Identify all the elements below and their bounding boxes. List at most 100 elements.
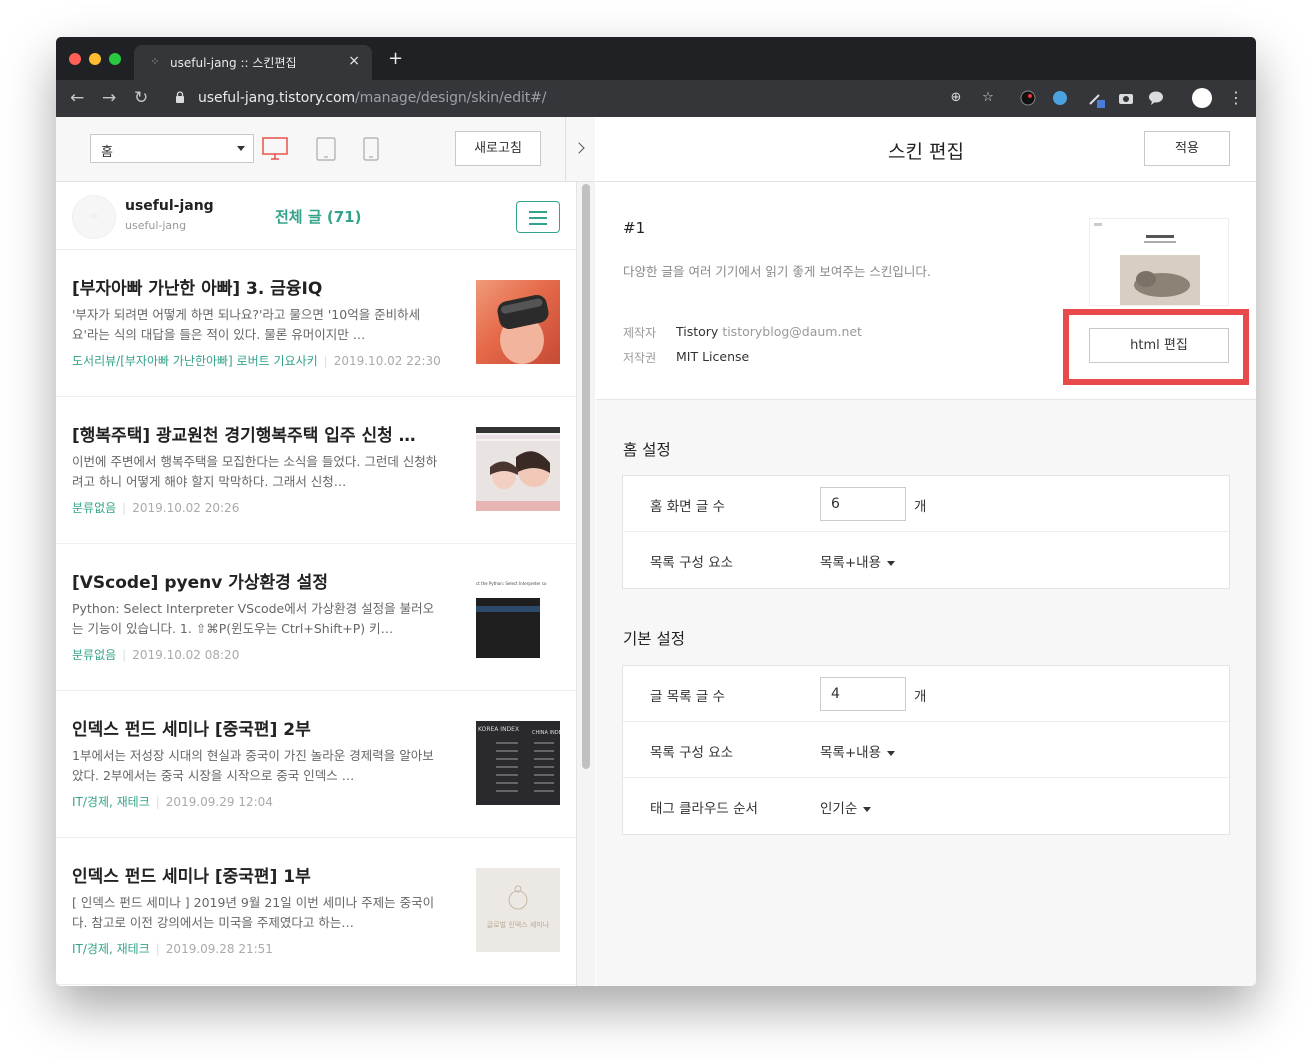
tag-cloud-order-dropdown[interactable]: 인기순 xyxy=(820,797,872,817)
list-post-count-label: 글 목록 글 수 xyxy=(650,689,725,705)
scrollbar-thumb[interactable] xyxy=(582,184,590,769)
all-posts-link[interactable]: 전체 글 (71) xyxy=(275,206,361,227)
mobile-view-icon[interactable] xyxy=(363,137,379,161)
extension-pen-icon[interactable] xyxy=(1088,90,1105,108)
desktop-view-icon[interactable] xyxy=(262,137,288,161)
browser-tab[interactable]: ⁘ useful-jang :: 스킨편집 × xyxy=(134,45,372,80)
tab-close-icon[interactable]: × xyxy=(348,53,360,69)
basic-list-items-row: 목록 구성 요소 목록+내용 xyxy=(623,722,1229,778)
post-category[interactable]: 분류없음 xyxy=(72,501,116,515)
tistory-favicon-icon: ⁘ xyxy=(150,55,160,68)
browser-toolbar: ← → ↻ useful-jang.tistory.com/manage/des… xyxy=(56,80,1256,117)
thumb-editor xyxy=(476,598,540,658)
new-tab-button[interactable]: + xyxy=(388,50,403,68)
reload-icon[interactable]: ↻ xyxy=(134,88,148,108)
post-category[interactable]: 도서리뷰/[부자아빠 가난한아빠] 로버트 기요사키 xyxy=(72,354,318,368)
chat-bubble-icon[interactable] xyxy=(1148,90,1164,106)
post-summary: '부자가 되려면 어떻게 하면 되나요?'라고 물으면 '10억을 준비하세요'… xyxy=(72,307,421,342)
post-title[interactable]: 인덱스 펀드 세미나 [중국편] 2부 xyxy=(72,715,457,740)
maximize-window-button[interactable] xyxy=(109,53,121,65)
preview-toolbar: 홈 새로고침 xyxy=(56,117,595,182)
thumb-emblem xyxy=(508,885,528,910)
post-meta: 분류없음 | 2019.10.02 20:26 xyxy=(72,501,240,515)
post-thumbnail-vr[interactable] xyxy=(476,280,560,364)
address-bar[interactable]: useful-jang.tistory.com/manage/design/sk… xyxy=(168,84,1038,113)
post-date: 2019.10.02 08:20 xyxy=(132,648,240,662)
extension-code-icon[interactable] xyxy=(1052,90,1068,106)
skin-number: #1 xyxy=(623,219,646,237)
refresh-button[interactable]: 새로고침 xyxy=(455,131,541,166)
post-thumbnail-seminar[interactable]: 글로벌 인덱스 세미나 xyxy=(476,868,560,952)
post-category[interactable]: 분류없음 xyxy=(72,648,116,662)
close-window-button[interactable] xyxy=(69,53,81,65)
post-thumbnail-housing[interactable] xyxy=(476,427,560,511)
blog-id: useful-jang xyxy=(125,219,187,232)
more-menu-icon[interactable]: ⋮ xyxy=(1228,88,1244,108)
home-post-count-unit: 개 xyxy=(914,499,927,515)
apply-button[interactable]: 적용 xyxy=(1144,131,1230,166)
home-list-items-dropdown[interactable]: 목록+내용 xyxy=(820,551,895,571)
post-summary: Python: Select Interpreter VScode에서 가상환경… xyxy=(72,601,435,636)
home-post-count-row: 홈 화면 글 수 개 xyxy=(623,476,1229,532)
home-list-items-row: 목록 구성 요소 목록+내용 xyxy=(623,532,1229,588)
post-date: 2019.10.02 22:30 xyxy=(333,354,441,368)
url-text: useful-jang.tistory.com/manage/design/sk… xyxy=(198,90,547,106)
list-post-count-row: 글 목록 글 수 개 xyxy=(623,666,1229,722)
extension-ninja-icon[interactable] xyxy=(1020,90,1036,106)
post-category[interactable]: IT/경제, 재테크 xyxy=(72,942,150,956)
hamburger-line xyxy=(529,223,547,225)
basic-settings-title: 기본 설정 xyxy=(623,630,685,648)
basic-list-items-dropdown[interactable]: 목록+내용 xyxy=(820,741,895,761)
camera-icon[interactable] xyxy=(1118,90,1134,106)
bookmark-star-icon[interactable]: ☆ xyxy=(980,90,996,106)
post-title[interactable]: 인덱스 펀드 세미나 [중국편] 1부 xyxy=(72,862,457,887)
html-edit-button[interactable]: html 편집 xyxy=(1089,328,1229,363)
zoom-icon[interactable]: ⊕ xyxy=(948,90,964,106)
skin-edit-panel: 스킨 편집 적용 #1 다양한 글을 여러 기기에서 읽기 좋게 보여주는 스킨… xyxy=(596,117,1256,986)
thumb-seminar-text: 글로벌 인덱스 세미나 xyxy=(486,921,550,929)
forward-icon[interactable]: → xyxy=(102,88,116,108)
caret-down-icon xyxy=(863,806,872,812)
blog-name[interactable]: useful-jang xyxy=(125,198,214,214)
post-item[interactable]: 인덱스 펀드 세미나 [중국편] 1부 [ 인덱스 펀드 세미나 ] 2019년… xyxy=(56,838,576,985)
post-list: [부자아빠 가난한 아빠] 3. 금융IQ '부자가 되려면 어떻게 하면 되나… xyxy=(56,250,576,986)
basic-settings-card: 글 목록 글 수 개 목록 구성 요소 목록+내용 태그 클라우드 순서 인기순 xyxy=(622,665,1230,835)
list-post-count-unit: 개 xyxy=(914,689,927,705)
lock-icon xyxy=(176,91,184,103)
basic-list-items-label: 목록 구성 요소 xyxy=(650,745,734,761)
minimize-window-button[interactable] xyxy=(89,53,101,65)
scrollbar[interactable] xyxy=(576,182,595,986)
hamburger-menu-button[interactable] xyxy=(516,201,560,233)
post-thumbnail-index[interactable]: KOREA INDEX CHINA INDE xyxy=(476,721,560,805)
post-title[interactable]: [VScode] pyenv 가상환경 설정 xyxy=(72,568,457,593)
back-icon[interactable]: ← xyxy=(70,88,84,108)
home-post-count-input[interactable] xyxy=(820,487,906,521)
profile-avatar[interactable] xyxy=(1192,88,1212,108)
thumb-label-china: CHINA INDE xyxy=(532,730,560,736)
tablet-view-icon[interactable] xyxy=(316,137,336,161)
list-post-count-input[interactable] xyxy=(820,677,906,711)
blog-avatar[interactable]: ⁘ xyxy=(72,195,116,239)
caret-down-icon xyxy=(887,750,895,756)
post-item[interactable]: [VScode] pyenv 가상환경 설정 Python: Select In… xyxy=(56,544,576,691)
maker-value: Tistory tistoryblog@daum.net xyxy=(676,324,862,339)
caret-down-icon xyxy=(887,560,895,566)
maker-label: 제작자 xyxy=(623,326,657,340)
post-date: 2019.10.02 20:26 xyxy=(132,501,240,515)
blog-header: ⁘ useful-jang useful-jang 전체 글 (71) xyxy=(56,182,576,250)
post-item[interactable]: [행복주택] 광교원천 경기행복주택 입주 신청 … 이번에 주변에서 행복주택… xyxy=(56,397,576,544)
page-select[interactable]: 홈 xyxy=(90,134,254,163)
license-value: MIT License xyxy=(676,349,750,364)
thumb-table-lines xyxy=(496,742,554,792)
home-list-items-label: 목록 구성 요소 xyxy=(650,555,734,571)
post-summary: [ 인덱스 펀드 세미나 ] 2019년 9월 21일 이번 세미나 주제는 중… xyxy=(72,895,435,930)
post-thumbnail-vscode[interactable]: ct the Python: Select Interpreter co xyxy=(476,574,560,658)
post-item[interactable]: [부자아빠 가난한 아빠] 3. 금융IQ '부자가 되려면 어떻게 하면 되나… xyxy=(56,250,576,397)
post-title[interactable]: [행복주택] 광교원천 경기행복주택 입주 신청 … xyxy=(72,421,457,446)
post-item[interactable]: 인덱스 펀드 세미나 [중국편] 2부 1부에서는 저성장 시대의 현실과 중국… xyxy=(56,691,576,838)
post-title[interactable]: [부자아빠 가난한 아빠] 3. 금융IQ xyxy=(72,274,457,299)
tab-bar: ⁘ useful-jang :: 스킨편집 × + xyxy=(56,37,1256,80)
collapse-panel-button[interactable] xyxy=(565,117,595,182)
post-category[interactable]: IT/경제, 재테크 xyxy=(72,795,150,809)
skin-description: 다양한 글을 여러 기기에서 읽기 좋게 보여주는 스킨입니다. xyxy=(623,264,931,279)
